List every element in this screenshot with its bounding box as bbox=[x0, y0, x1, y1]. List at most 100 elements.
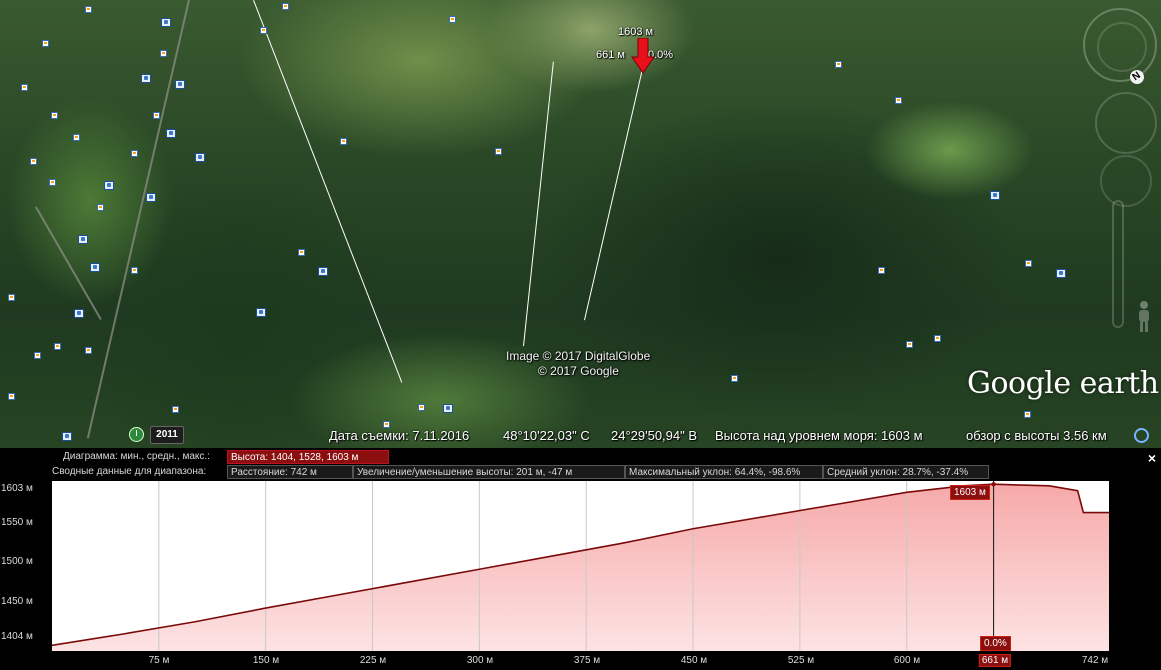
chart-stats-label: Диаграмма: мин., средн., макс.: bbox=[63, 451, 210, 462]
x-tick-label: 742 м bbox=[1081, 655, 1109, 666]
placemark-icon[interactable] bbox=[131, 267, 138, 274]
cableway-line bbox=[584, 56, 647, 321]
range-elevation-gain: Увеличение/уменьшение высоты: 201 м, -47… bbox=[353, 465, 625, 479]
placemark-icon[interactable] bbox=[449, 16, 456, 23]
y-tick-label: 1603 м bbox=[1, 483, 33, 494]
cursor-distance-label: 661 м bbox=[978, 654, 1012, 667]
placemark-icon[interactable] bbox=[131, 150, 138, 157]
placemark-icon[interactable] bbox=[49, 179, 56, 186]
status-bar: Дата съемки: 7.11.2016 48°10'22,03" С 24… bbox=[0, 425, 1161, 447]
street-view-pegman-icon[interactable] bbox=[1134, 300, 1154, 334]
y-tick-label: 1500 м bbox=[1, 556, 33, 567]
marker-elevation-label: 1603 м bbox=[618, 26, 654, 38]
y-tick-label: 1550 м bbox=[1, 517, 33, 528]
x-tick-label: 75 м bbox=[148, 655, 170, 666]
y-tick-label: 1404 м bbox=[1, 631, 33, 642]
profile-summary-row: Диаграмма: мин., средн., макс.: Высота: … bbox=[0, 450, 1140, 464]
range-summary-label: Сводные данные для диапазона: bbox=[52, 466, 207, 477]
marker-distance-label: 661 м bbox=[596, 49, 625, 61]
placemark-icon[interactable] bbox=[835, 61, 842, 68]
placemark-icon[interactable] bbox=[141, 74, 151, 83]
placemark-icon[interactable] bbox=[298, 249, 305, 256]
placemark-icon[interactable] bbox=[42, 40, 49, 47]
chart-stats-value[interactable]: Высота: 1404, 1528, 1603 м bbox=[227, 450, 389, 464]
imagery-date: Дата съемки: 7.11.2016 bbox=[329, 428, 470, 443]
placemark-icon[interactable] bbox=[172, 406, 179, 413]
placemark-icon[interactable] bbox=[282, 3, 289, 10]
placemark-icon[interactable] bbox=[1025, 260, 1032, 267]
placemark-icon[interactable] bbox=[731, 375, 738, 382]
x-tick-label: 375 м bbox=[573, 655, 601, 666]
range-summary-row: Сводные данные для диапазона: Расстояние… bbox=[0, 465, 1140, 479]
placemark-icon[interactable] bbox=[990, 191, 1000, 200]
cursor-slope-tag: 0.0% bbox=[980, 636, 1011, 651]
range-avg-slope: Средний уклон: 28.7%, -37.4% bbox=[823, 465, 989, 479]
longitude: 24°29'50,94" В bbox=[611, 428, 698, 443]
look-joystick[interactable] bbox=[1095, 92, 1157, 154]
range-distance: Расстояние: 742 м bbox=[227, 465, 353, 479]
placemark-icon[interactable] bbox=[90, 263, 100, 272]
latitude: 48°10'22,03" С bbox=[503, 428, 590, 443]
placemark-icon[interactable] bbox=[21, 84, 28, 91]
x-tick-label: 300 м bbox=[466, 655, 494, 666]
placemark-icon[interactable] bbox=[8, 294, 15, 301]
range-max-slope: Максимальный уклон: 64.4%, -98.6% bbox=[625, 465, 823, 479]
eye-altitude: обзор с высоты 3.56 км bbox=[966, 428, 1107, 443]
cableway-line bbox=[523, 61, 555, 347]
position-arrow-icon bbox=[631, 38, 655, 74]
compass-ring[interactable] bbox=[1083, 8, 1157, 82]
placemark-icon[interactable] bbox=[85, 6, 92, 13]
placemark-icon[interactable] bbox=[895, 97, 902, 104]
placemark-icon[interactable] bbox=[54, 343, 61, 350]
move-joystick[interactable] bbox=[1100, 155, 1152, 207]
x-tick-label: 525 м bbox=[787, 655, 815, 666]
placemark-icon[interactable] bbox=[97, 204, 104, 211]
map-view[interactable]: 1603 м 661 м 0.0% Image © 2017 DigitalGl… bbox=[0, 0, 1161, 448]
placemark-icon[interactable] bbox=[160, 50, 167, 57]
x-tick-label: 225 м bbox=[359, 655, 387, 666]
placemark-icon[interactable] bbox=[104, 181, 114, 190]
placemark-icon[interactable] bbox=[195, 153, 205, 162]
placemark-icon[interactable] bbox=[256, 308, 266, 317]
road bbox=[86, 0, 190, 439]
placemark-icon[interactable] bbox=[73, 134, 80, 141]
placemark-icon[interactable] bbox=[418, 404, 425, 411]
google-earth-logo: Google earth bbox=[967, 366, 1159, 401]
placemark-icon[interactable] bbox=[146, 193, 156, 202]
x-tick-label: 450 м bbox=[680, 655, 708, 666]
placemark-icon[interactable] bbox=[78, 235, 88, 244]
placemark-icon[interactable] bbox=[340, 138, 347, 145]
placemark-icon[interactable] bbox=[878, 267, 885, 274]
cursor-elevation-tag: 1603 м bbox=[950, 485, 990, 500]
placemark-icon[interactable] bbox=[934, 335, 941, 342]
imagery-credit: Image © 2017 DigitalGlobe bbox=[506, 349, 651, 363]
status-indicator-icon bbox=[1134, 428, 1149, 443]
placemark-icon[interactable] bbox=[495, 148, 502, 155]
placemark-icon[interactable] bbox=[166, 129, 176, 138]
google-credit: © 2017 Google bbox=[538, 364, 619, 378]
elevation-readout: Высота над уровнем моря: 1603 м bbox=[715, 428, 923, 443]
placemark-icon[interactable] bbox=[175, 80, 185, 89]
elevation-profile-chart[interactable] bbox=[52, 481, 1109, 651]
y-tick-label: 1450 м bbox=[1, 596, 33, 607]
cursor-point bbox=[991, 482, 996, 487]
placemark-icon[interactable] bbox=[85, 347, 92, 354]
placemark-icon[interactable] bbox=[318, 267, 328, 276]
placemark-icon[interactable] bbox=[260, 27, 267, 34]
placemark-icon[interactable] bbox=[443, 404, 453, 413]
placemark-icon[interactable] bbox=[161, 18, 171, 27]
x-tick-label: 600 м bbox=[893, 655, 921, 666]
close-profile-button[interactable]: × bbox=[1145, 451, 1159, 465]
placemark-icon[interactable] bbox=[1056, 269, 1066, 278]
zoom-slider[interactable] bbox=[1112, 200, 1124, 328]
placemark-icon[interactable] bbox=[1024, 411, 1031, 418]
cableway-line bbox=[252, 0, 403, 383]
placemark-icon[interactable] bbox=[906, 341, 913, 348]
x-tick-label: 150 м bbox=[252, 655, 280, 666]
placemark-icon[interactable] bbox=[30, 158, 37, 165]
placemark-icon[interactable] bbox=[74, 309, 84, 318]
placemark-icon[interactable] bbox=[51, 112, 58, 119]
placemark-icon[interactable] bbox=[153, 112, 160, 119]
placemark-icon[interactable] bbox=[8, 393, 15, 400]
placemark-icon[interactable] bbox=[34, 352, 41, 359]
